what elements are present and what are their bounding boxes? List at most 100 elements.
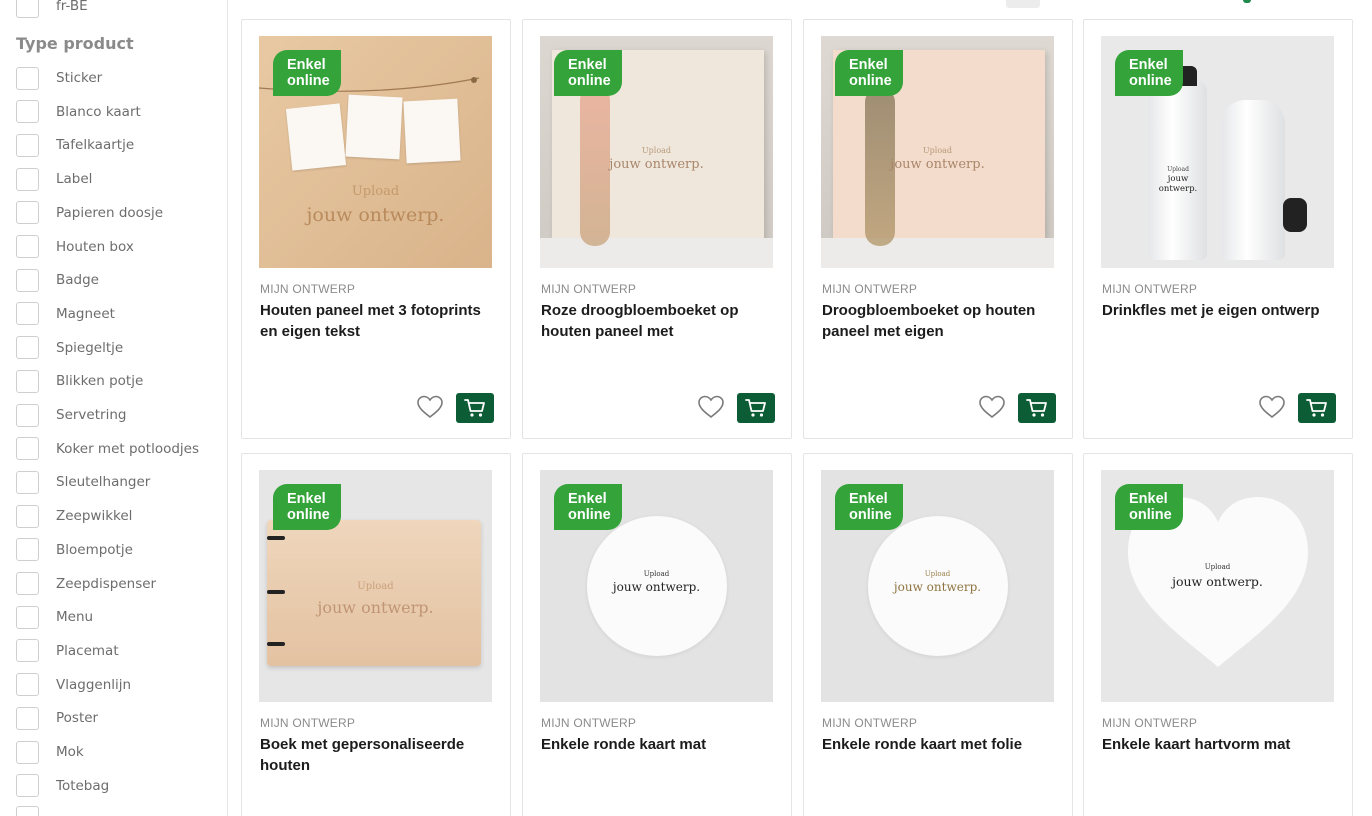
filter-row[interactable]: Tafelkaartje xyxy=(16,133,134,157)
product-image[interactable]: Upload jouw ontwerp. Enkel online xyxy=(259,36,492,268)
filter-row[interactable]: Placemat xyxy=(16,639,119,663)
filter-checkbox[interactable] xyxy=(16,336,39,360)
product-card[interactable]: Upload jouw ontwerp. Enkel online MIJN ONTWE… xyxy=(241,19,511,439)
badge-line-2: online xyxy=(287,507,330,523)
filter-row[interactable]: Magneet xyxy=(16,302,115,326)
favorite-button[interactable] xyxy=(978,394,1006,420)
product-image[interactable]: Upload jouw ontwerp. Enkel online xyxy=(540,36,773,268)
filter-row-partial[interactable] xyxy=(16,805,39,816)
filter-checkbox[interactable] xyxy=(16,639,39,663)
filter-row[interactable]: Menu xyxy=(16,605,93,629)
add-to-cart-button[interactable] xyxy=(456,393,494,423)
heart-outline-icon xyxy=(1259,395,1285,419)
filter-checkbox[interactable] xyxy=(16,201,39,225)
product-image[interactable]: Upload jouw ontwerp. Enkel online xyxy=(259,470,492,702)
filter-checkbox[interactable] xyxy=(16,572,39,595)
top-toolbar-partial xyxy=(228,0,1372,10)
product-brand: MIJN ONTWERP xyxy=(541,282,637,296)
filter-row[interactable]: Label xyxy=(16,167,92,191)
filter-checkbox[interactable] xyxy=(16,504,39,528)
filter-checkbox[interactable] xyxy=(16,403,39,427)
favorite-button[interactable] xyxy=(416,394,444,420)
filter-checkbox[interactable] xyxy=(16,740,39,764)
product-title[interactable]: Roze droogbloemboeket op houten paneel m… xyxy=(541,301,777,342)
filter-checkbox[interactable] xyxy=(16,0,39,18)
filter-row[interactable]: Koker met potloodjes xyxy=(16,437,199,461)
filter-row[interactable]: Sleutelhanger xyxy=(16,470,150,494)
product-card[interactable]: Upload jouw ontwerp. Enkel online MIJN ONTWE… xyxy=(803,453,1073,816)
filter-row[interactable]: Blikken potje xyxy=(16,369,143,393)
product-card[interactable]: Upload jouw ontwerp. Enkel online MIJN ONTWE… xyxy=(1083,453,1353,816)
filter-checkbox[interactable] xyxy=(16,167,39,191)
filter-checkbox[interactable] xyxy=(16,302,39,326)
favorite-button[interactable] xyxy=(1258,394,1286,420)
filter-checkbox[interactable] xyxy=(16,369,39,393)
filter-checkbox[interactable] xyxy=(16,774,39,798)
badge-line-2: online xyxy=(287,73,330,89)
badge-line-1: Enkel xyxy=(849,57,888,73)
product-image[interactable]: Upload jouw ontwerp. Enkel online xyxy=(821,36,1054,268)
filter-row-locale[interactable]: fr-BE xyxy=(16,0,88,18)
filter-checkbox[interactable] xyxy=(16,133,39,157)
product-image[interactable]: Upload jouw ontwerp. Enkel online xyxy=(540,470,773,702)
product-title[interactable]: Enkele kaart hartvorm mat xyxy=(1102,735,1338,756)
filter-row[interactable]: Houten box xyxy=(16,235,134,258)
filter-checkbox[interactable] xyxy=(16,706,39,730)
product-title[interactable]: Drinkfles met je eigen ontwerp xyxy=(1102,301,1338,322)
badge-line-2: online xyxy=(568,507,611,523)
filter-checkbox[interactable] xyxy=(16,673,39,697)
filter-checkbox[interactable] xyxy=(16,66,39,90)
filter-label: Zeepdispenser xyxy=(56,575,157,592)
filter-row[interactable]: Vlaggenlijn xyxy=(16,673,131,697)
filter-row[interactable]: Servetring xyxy=(16,403,126,427)
add-to-cart-button[interactable] xyxy=(1018,393,1056,423)
filter-row[interactable]: Poster xyxy=(16,706,98,730)
filter-checkbox[interactable] xyxy=(16,437,39,461)
product-brand: MIJN ONTWERP xyxy=(822,282,918,296)
online-only-badge: Enkel online xyxy=(554,484,622,530)
filter-row[interactable]: Blanco kaart xyxy=(16,100,141,124)
filter-row[interactable]: Totebag xyxy=(16,774,109,798)
image-upload-text: Upload xyxy=(643,570,670,578)
image-upload-text: Upload xyxy=(641,146,672,155)
filter-row[interactable]: Zeepdispenser xyxy=(16,572,157,595)
image-upload-text: Upload xyxy=(1167,166,1189,173)
product-card[interactable]: Upload jouw ontwerp. Enkel online MIJN ONTWE… xyxy=(803,19,1073,439)
add-to-cart-button[interactable] xyxy=(737,393,775,423)
filter-checkbox[interactable] xyxy=(16,538,39,562)
filter-row[interactable]: Papieren doosje xyxy=(16,201,163,225)
filter-row[interactable]: Sticker xyxy=(16,66,102,90)
filter-checkbox[interactable] xyxy=(16,235,39,258)
filter-row[interactable]: Zeepwikkel xyxy=(16,504,133,528)
filter-checkbox[interactable] xyxy=(16,805,39,816)
product-title[interactable]: Boek met gepersonaliseerde houten xyxy=(260,735,496,776)
online-only-badge: Enkel online xyxy=(1115,50,1183,96)
filter-checkbox[interactable] xyxy=(16,605,39,629)
product-brand: MIJN ONTWERP xyxy=(1102,282,1198,296)
filter-checkbox[interactable] xyxy=(16,470,39,494)
product-card[interactable]: Upload jouw ontwerp. Enkel online MIJN ONTWE… xyxy=(1083,19,1353,439)
product-card[interactable]: Upload jouw ontwerp. Enkel online MIJN ONTWE… xyxy=(241,453,511,816)
filter-checkbox[interactable] xyxy=(16,268,39,292)
product-image[interactable]: Upload jouw ontwerp. Enkel online xyxy=(1101,470,1334,702)
filter-row[interactable]: Mok xyxy=(16,740,84,764)
product-title[interactable]: Droogbloemboeket op houten paneel met ei… xyxy=(822,301,1058,342)
filter-label: Zeepwikkel xyxy=(56,508,133,525)
favorite-button[interactable] xyxy=(697,394,725,420)
product-title[interactable]: Enkele ronde kaart met folie xyxy=(822,735,1058,756)
filter-row[interactable]: Spiegeltje xyxy=(16,336,123,360)
product-card[interactable]: Upload jouw ontwerp. Enkel online MIJN ONTWE… xyxy=(522,19,792,439)
filter-checkbox[interactable] xyxy=(16,100,39,124)
product-card[interactable]: Upload jouw ontwerp. Enkel online MIJN ONTWE… xyxy=(522,453,792,816)
product-image[interactable]: Upload jouw ontwerp. Enkel online xyxy=(1101,36,1334,268)
filter-row[interactable]: Bloempotje xyxy=(16,538,133,562)
product-image[interactable]: Upload jouw ontwerp. Enkel online xyxy=(821,470,1054,702)
product-title[interactable]: Houten paneel met 3 fotoprints en eigen … xyxy=(260,301,496,342)
top-toggle-button[interactable] xyxy=(1006,0,1040,8)
product-brand: MIJN ONTWERP xyxy=(541,716,637,730)
image-design-text: jouw ontwerp. xyxy=(893,580,982,594)
add-to-cart-button[interactable] xyxy=(1298,393,1336,423)
heart-outline-icon xyxy=(417,395,443,419)
product-title[interactable]: Enkele ronde kaart mat xyxy=(541,735,777,756)
filter-row[interactable]: Badge xyxy=(16,268,99,292)
